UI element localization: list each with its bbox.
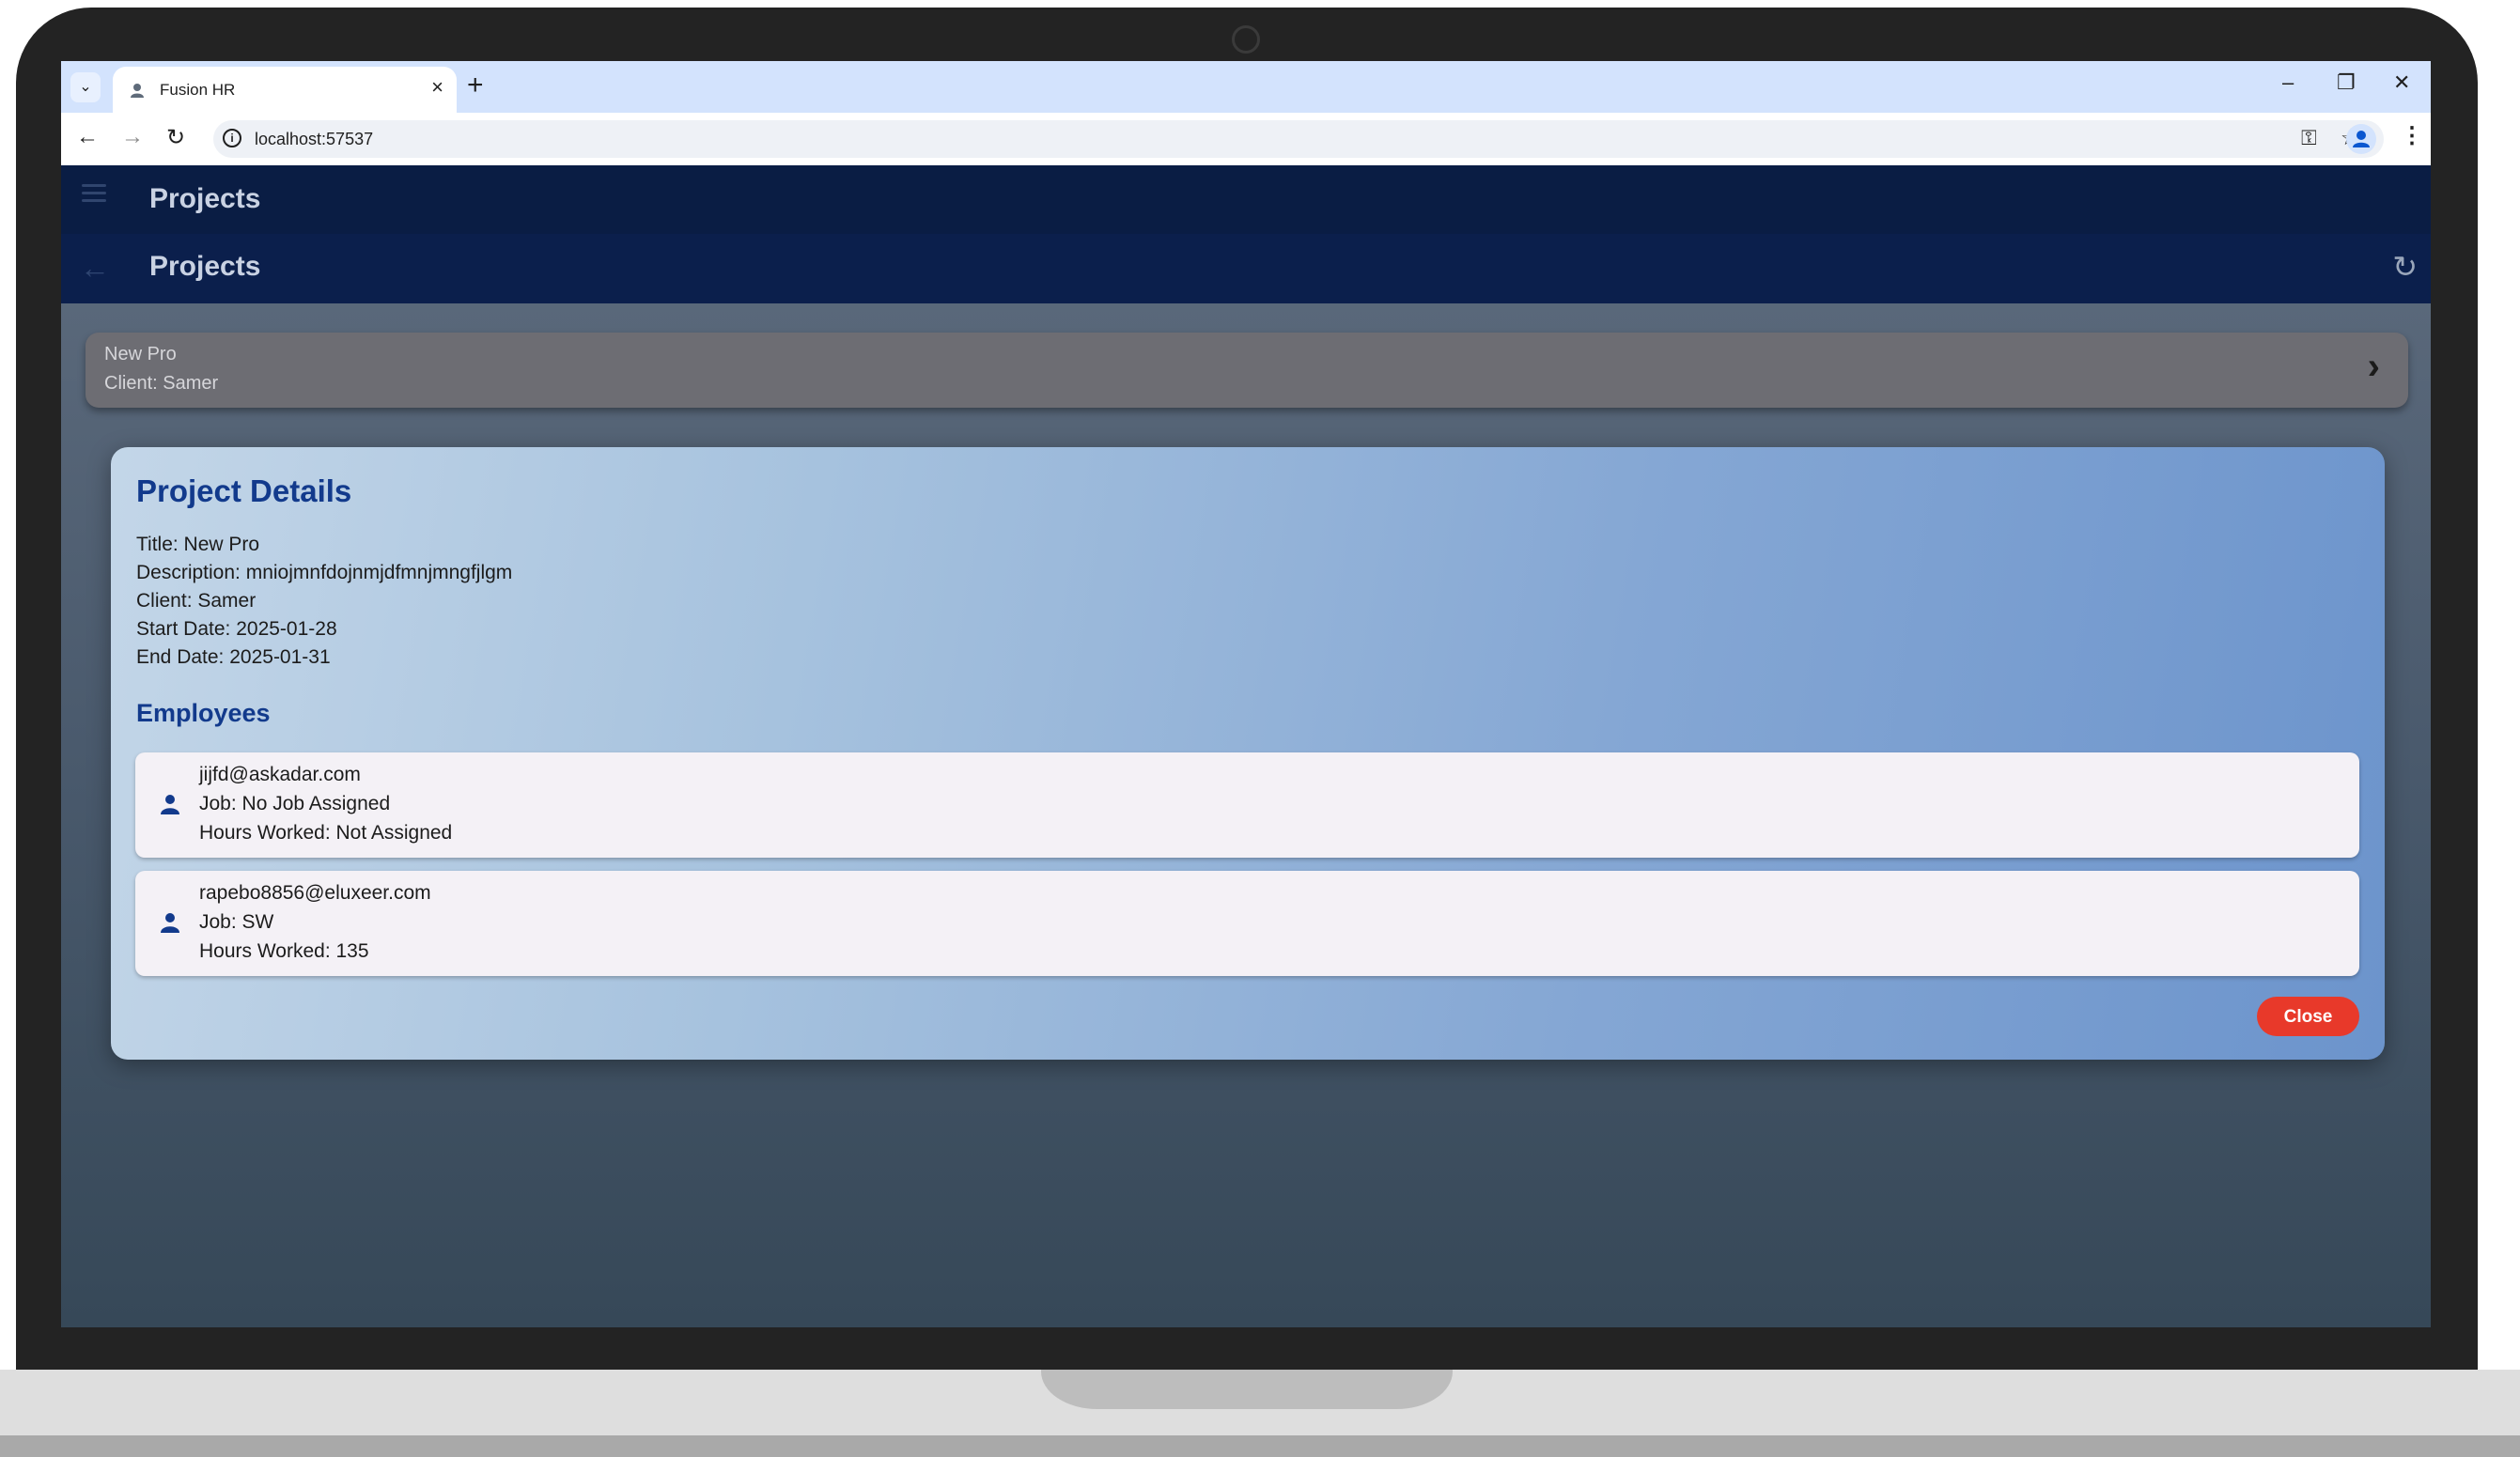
- page-header-bar: ← Projects ↻: [61, 234, 2431, 303]
- browser-tab[interactable]: Fusion HR ×: [113, 67, 457, 113]
- browser-toolbar: ← → ↻ i localhost:57537 ⚿ ☆ ⋮: [61, 113, 2431, 165]
- employee-list-item: jijfd@askadar.com Job: No Job Assigned H…: [135, 752, 2359, 858]
- page-title: Projects: [149, 251, 261, 282]
- close-button[interactable]: Close: [2257, 997, 2359, 1036]
- laptop-base-edge: [0, 1435, 2520, 1457]
- project-list-item[interactable]: New Pro Client: Samer ›: [86, 333, 2408, 408]
- chevron-right-icon[interactable]: ›: [2368, 346, 2380, 388]
- laptop-hinge: [1041, 1370, 1453, 1409]
- employee-hours: Hours Worked: Not Assigned: [199, 822, 453, 844]
- refresh-icon[interactable]: ↻: [2392, 249, 2418, 285]
- forward-arrow-icon[interactable]: →: [121, 124, 144, 150]
- project-details-dialog: Project Details Title: New Pro Descripti…: [111, 447, 2385, 1060]
- tab-search-icon[interactable]: ⌄: [70, 72, 101, 102]
- field-client: Client: Samer: [136, 590, 257, 612]
- back-icon[interactable]: ←: [80, 251, 110, 286]
- profile-avatar[interactable]: [2346, 124, 2376, 154]
- employee-job: Job: No Job Assigned: [199, 793, 391, 814]
- top-app-bar: Projects: [61, 165, 2431, 234]
- field-start-date: Start Date: 2025-01-28: [136, 618, 337, 640]
- app-viewport: Projects ← Projects ↻ New Pro Client: Sa…: [61, 165, 2431, 1327]
- app-bar-title: Projects: [149, 183, 261, 214]
- person-icon: [161, 795, 179, 814]
- site-info-icon[interactable]: i: [223, 129, 241, 147]
- employees-heading: Employees: [136, 699, 271, 727]
- project-client: Client: Samer: [104, 373, 219, 394]
- field-title: Title: New Pro: [136, 534, 260, 555]
- screen: ⌄ Fusion HR × + – ❐ ✕ ← → ↻ i localhost:…: [61, 61, 2431, 1327]
- favicon-icon: [131, 84, 144, 98]
- password-key-icon[interactable]: ⚿: [2301, 126, 2317, 150]
- tab-close-icon[interactable]: ×: [431, 75, 443, 100]
- browser-menu-icon[interactable]: ⋮: [2401, 122, 2423, 149]
- employee-email: rapebo8856@eluxeer.com: [199, 882, 431, 904]
- dialog-title: Project Details: [136, 473, 352, 508]
- employee-job: Job: SW: [199, 911, 274, 933]
- field-end-date: End Date: 2025-01-31: [136, 646, 331, 668]
- person-icon: [161, 913, 179, 933]
- address-bar[interactable]: i localhost:57537 ⚿ ☆: [213, 120, 2384, 158]
- employee-email: jijfd@askadar.com: [199, 764, 361, 785]
- field-description: Description: mniojmnfdojnmjdfmnjmngfjlgm: [136, 562, 513, 583]
- minimize-icon[interactable]: –: [2282, 70, 2294, 95]
- tab-title: Fusion HR: [160, 81, 236, 99]
- browser-tabstrip: ⌄ Fusion HR × + – ❐ ✕: [61, 61, 2431, 113]
- employee-list-item: rapebo8856@eluxeer.com Job: SW Hours Wor…: [135, 871, 2359, 976]
- webcam: [1232, 25, 1260, 54]
- project-title: New Pro: [104, 344, 177, 364]
- back-arrow-icon[interactable]: ←: [76, 124, 99, 150]
- person-icon: [2353, 131, 2370, 147]
- new-tab-button[interactable]: +: [467, 70, 484, 101]
- employee-hours: Hours Worked: 135: [199, 940, 369, 962]
- reload-icon[interactable]: ↻: [166, 124, 185, 151]
- url-text[interactable]: localhost:57537: [255, 130, 373, 149]
- restore-icon[interactable]: ❐: [2337, 70, 2356, 95]
- close-window-icon[interactable]: ✕: [2393, 70, 2410, 95]
- hamburger-menu-icon[interactable]: [82, 184, 106, 203]
